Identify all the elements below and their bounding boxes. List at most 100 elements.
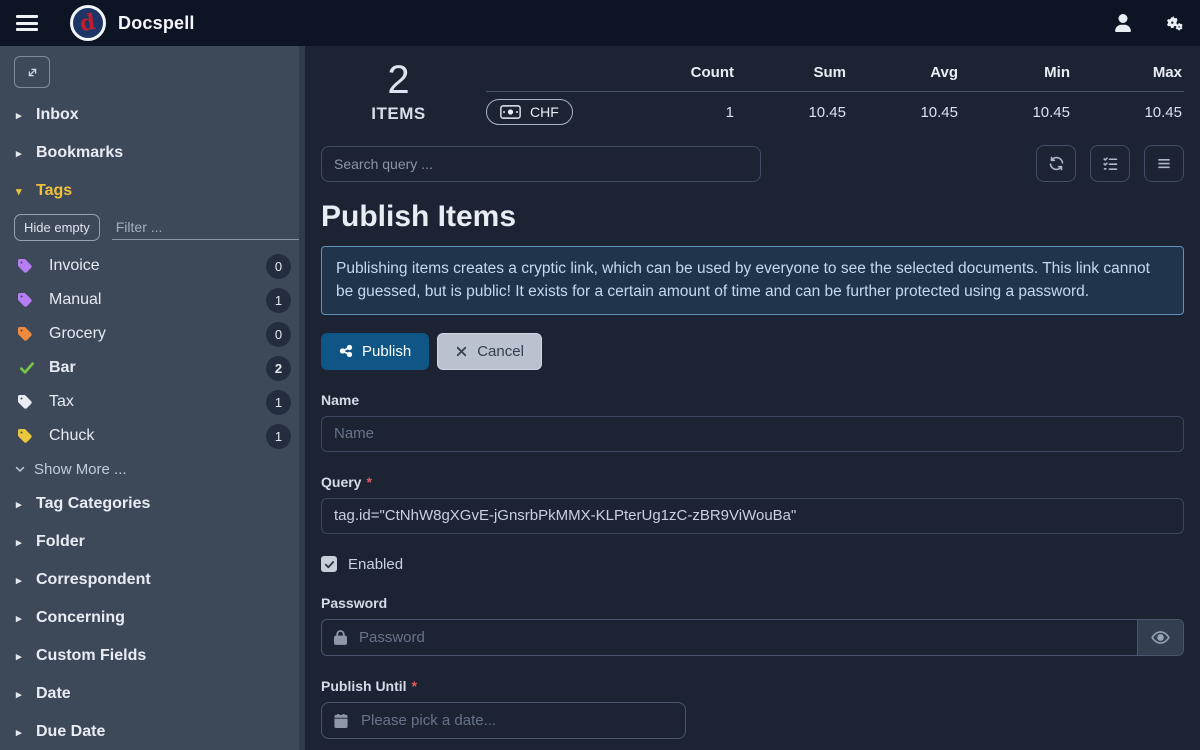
toggle-password-visibility-button[interactable] — [1137, 620, 1183, 655]
sidebar-item-custom-fields[interactable]: ▸Custom Fields — [0, 637, 305, 675]
stats-value: 10.45 — [960, 92, 1072, 125]
tag-item-tax[interactable]: Tax 1 — [0, 385, 305, 419]
lock-icon — [322, 620, 347, 655]
sidebar-item-folder[interactable]: ▸Folder — [0, 523, 305, 561]
hamburger-menu-icon[interactable] — [16, 15, 38, 31]
currency-label: CHF — [530, 104, 559, 120]
settings-gears-icon[interactable] — [1162, 13, 1184, 33]
stats-header-sum: Sum — [736, 56, 848, 92]
tag-name: Bar — [49, 359, 76, 377]
show-more-tags[interactable]: Show More ... — [0, 453, 305, 485]
caret-right-icon: ▸ — [16, 536, 36, 549]
caret-down-icon: ▾ — [16, 185, 36, 198]
user-icon[interactable] — [1114, 14, 1132, 32]
caret-right-icon: ▸ — [16, 650, 36, 663]
select-mode-button[interactable] — [1090, 145, 1130, 182]
sidebar-item-date[interactable]: ▸Date — [0, 675, 305, 713]
publish-info-message: Publishing items creates a cryptic link,… — [321, 246, 1184, 315]
publish-until-input[interactable] — [359, 711, 673, 730]
required-marker: * — [412, 678, 417, 694]
tag-list: Invoice 0 Manual1Grocery0 Bar 2 Tax 1 Chuck 1 — [0, 249, 305, 453]
publish-until-label: Publish Until* — [321, 678, 1184, 694]
bars-icon — [1156, 156, 1172, 171]
tag-icon — [18, 393, 36, 411]
caret-right-icon: ▸ — [16, 109, 36, 122]
items-count-label: ITEMS — [321, 104, 476, 124]
sidebar-item-bookmarks[interactable]: ▸Bookmarks — [0, 134, 305, 172]
required-marker: * — [366, 474, 371, 490]
search-icon — [299, 220, 305, 234]
check-icon — [18, 359, 36, 377]
collapse-sidebar-button[interactable] — [14, 56, 50, 88]
password-label: Password — [321, 595, 1184, 611]
check-icon — [324, 559, 335, 570]
tag-name: Invoice — [49, 257, 100, 275]
top-navbar: d Docspell — [0, 0, 1200, 46]
stats-header-avg: Avg — [848, 56, 960, 92]
sidebar-item-due-date[interactable]: ▸Due Date — [0, 713, 305, 750]
sidebar-bottom-sections: ▸Tag Categories▸Folder▸Correspondent▸Con… — [0, 485, 305, 750]
enabled-checkbox[interactable] — [321, 556, 337, 572]
sidebar-top-sections: ▸Inbox▸Bookmarks — [0, 96, 305, 172]
tag-item-chuck[interactable]: Chuck 1 — [0, 419, 305, 453]
tag-item-bar[interactable]: Bar 2 — [0, 351, 305, 385]
caret-right-icon: ▸ — [16, 688, 36, 701]
caret-right-icon: ▸ — [16, 498, 36, 511]
name-input[interactable] — [321, 416, 1184, 452]
chevron-down-icon — [14, 463, 26, 475]
tag-item-manual[interactable]: Manual1 — [0, 283, 305, 317]
tag-count-badge: 0 — [266, 254, 291, 279]
main-content: 2 ITEMS CountSumAvgMinMaxCHF110.4510.451… — [305, 46, 1200, 750]
sidebar-item-tags[interactable]: ▾ Tags — [0, 172, 305, 210]
tag-count-badge: 1 — [266, 390, 291, 415]
password-input[interactable] — [347, 620, 1137, 655]
enabled-label: Enabled — [348, 556, 403, 573]
tag-icon — [18, 291, 36, 309]
tag-item-grocery[interactable]: Grocery0 — [0, 317, 305, 351]
query-input[interactable] — [321, 498, 1184, 534]
close-icon — [455, 345, 468, 358]
currency-stats-table: CountSumAvgMinMaxCHF110.4510.4510.4510.4… — [486, 56, 1184, 125]
items-count-block: 2 ITEMS — [321, 56, 476, 124]
refresh-button[interactable] — [1036, 145, 1076, 182]
caret-right-icon: ▸ — [16, 612, 36, 625]
tag-icon — [18, 257, 36, 275]
tag-count-badge: 2 — [266, 356, 291, 381]
tag-item-invoice[interactable]: Invoice 0 — [0, 249, 305, 283]
tag-name: Tax — [49, 393, 74, 411]
stats-value: 10.45 — [1072, 92, 1184, 125]
sidebar-item-tag-categories[interactable]: ▸Tag Categories — [0, 485, 305, 523]
hide-empty-button[interactable]: Hide empty — [14, 214, 100, 241]
stats-header-min: Min — [960, 56, 1072, 92]
sidebar: ▸Inbox▸Bookmarks ▾ Tags Hide empty Invoi… — [0, 46, 305, 750]
publish-button[interactable]: Publish — [321, 333, 429, 370]
sidebar-item-correspondent[interactable]: ▸Correspondent — [0, 561, 305, 599]
query-label: Query* — [321, 474, 1184, 490]
sidebar-item-inbox[interactable]: ▸Inbox — [0, 96, 305, 134]
tag-count-badge: 0 — [266, 322, 291, 347]
enabled-checkbox-row[interactable]: Enabled — [321, 556, 1184, 573]
stats-header-max: Max — [1072, 56, 1184, 92]
tag-filter-input[interactable] — [114, 218, 299, 236]
name-label: Name — [321, 392, 1184, 408]
page-title: Publish Items — [321, 200, 1184, 234]
caret-right-icon: ▸ — [16, 574, 36, 587]
items-count-number: 2 — [321, 58, 476, 102]
search-query-input[interactable] — [321, 146, 761, 182]
tag-icon — [18, 427, 36, 445]
sidebar-item-concerning[interactable]: ▸Concerning — [0, 599, 305, 637]
app-title: Docspell — [118, 13, 195, 34]
tag-icon — [18, 325, 36, 343]
menu-button[interactable] — [1144, 145, 1184, 182]
cancel-button[interactable]: Cancel — [437, 333, 542, 370]
publish-until-field — [321, 702, 686, 739]
stats-value: 1 — [624, 92, 736, 125]
tag-name: Chuck — [49, 427, 94, 445]
tag-count-badge: 1 — [266, 288, 291, 313]
docspell-logo: d — [70, 5, 106, 41]
eye-icon — [1151, 628, 1170, 647]
caret-right-icon: ▸ — [16, 726, 36, 739]
tag-count-badge: 1 — [266, 424, 291, 449]
money-bill-icon — [500, 105, 521, 119]
currency-badge[interactable]: CHF — [486, 99, 573, 125]
